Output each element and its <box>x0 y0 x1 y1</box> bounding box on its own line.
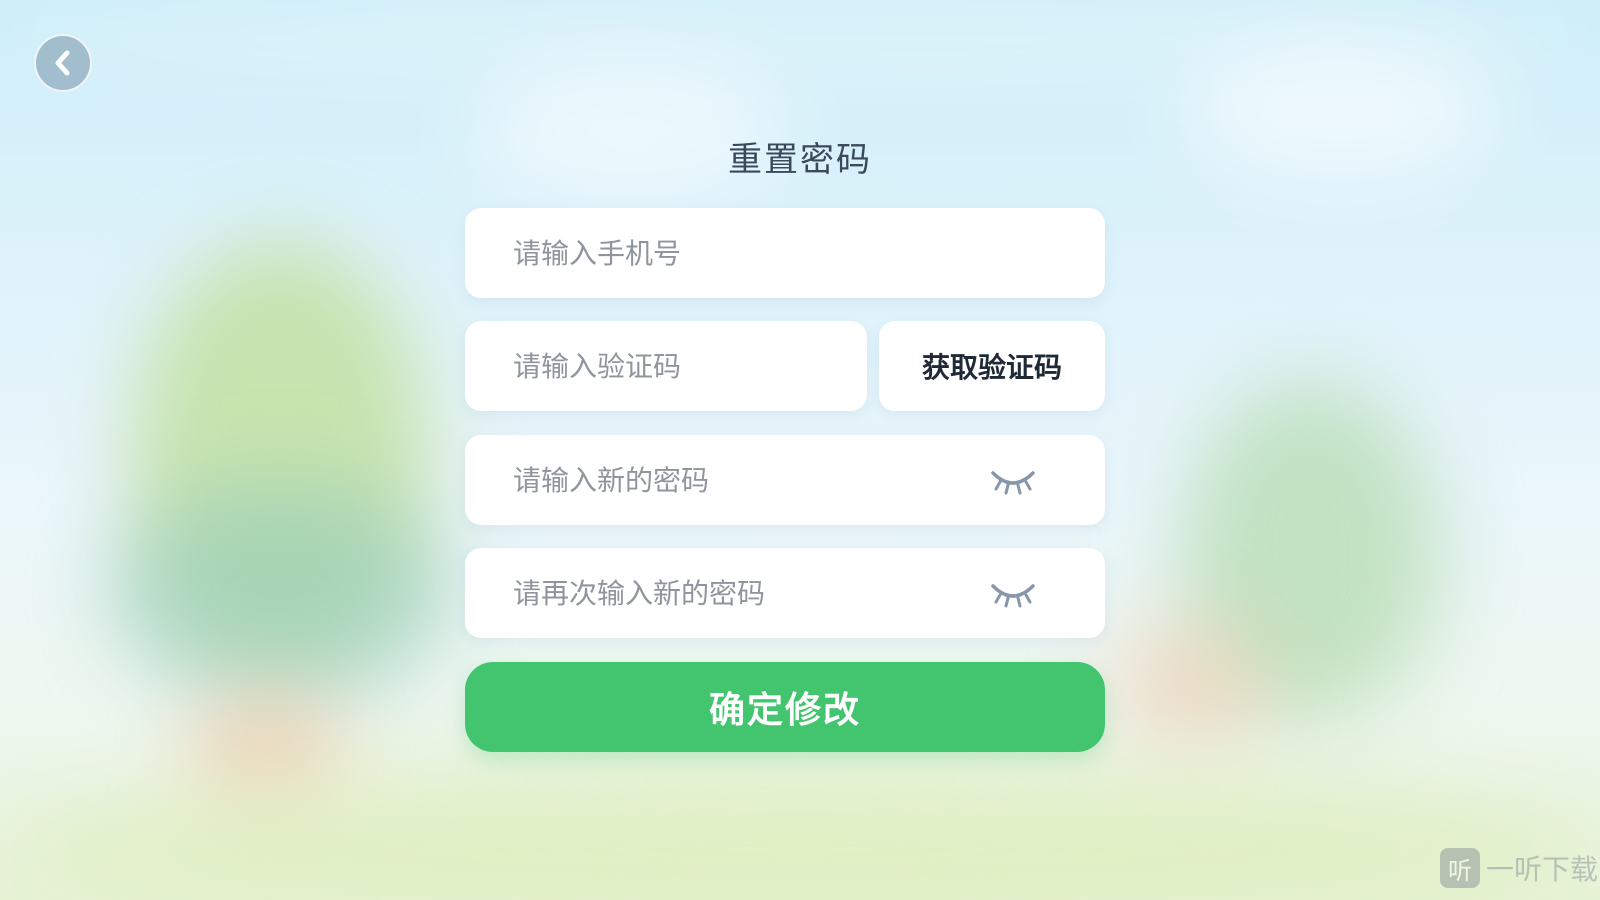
phone-input[interactable] <box>465 208 1105 298</box>
confirm-change-button[interactable]: 确定修改 <box>465 662 1105 752</box>
chevron-left-icon <box>55 50 70 76</box>
eye-closed-icon[interactable] <box>989 576 1037 610</box>
new-password-field <box>465 435 1105 525</box>
phone-field <box>465 208 1105 298</box>
get-code-button[interactable]: 获取验证码 <box>879 321 1105 411</box>
background-decoration <box>1110 620 1270 750</box>
eye-closed-icon[interactable] <box>989 463 1037 497</box>
watermark-logo: 听 <box>1439 848 1480 888</box>
reset-password-screen: 重置密码 获取验证码 确定修改 听 一听下载 <box>0 0 1600 900</box>
back-button[interactable] <box>34 34 92 92</box>
confirm-password-field <box>465 548 1105 638</box>
verification-code-input[interactable] <box>465 321 867 411</box>
background-decoration <box>110 480 450 700</box>
watermark: 听 一听下载 <box>1439 848 1598 888</box>
verification-code-field <box>465 321 867 411</box>
watermark-text: 一听下载 <box>1485 853 1598 886</box>
page-title: 重置密码 <box>728 140 872 180</box>
